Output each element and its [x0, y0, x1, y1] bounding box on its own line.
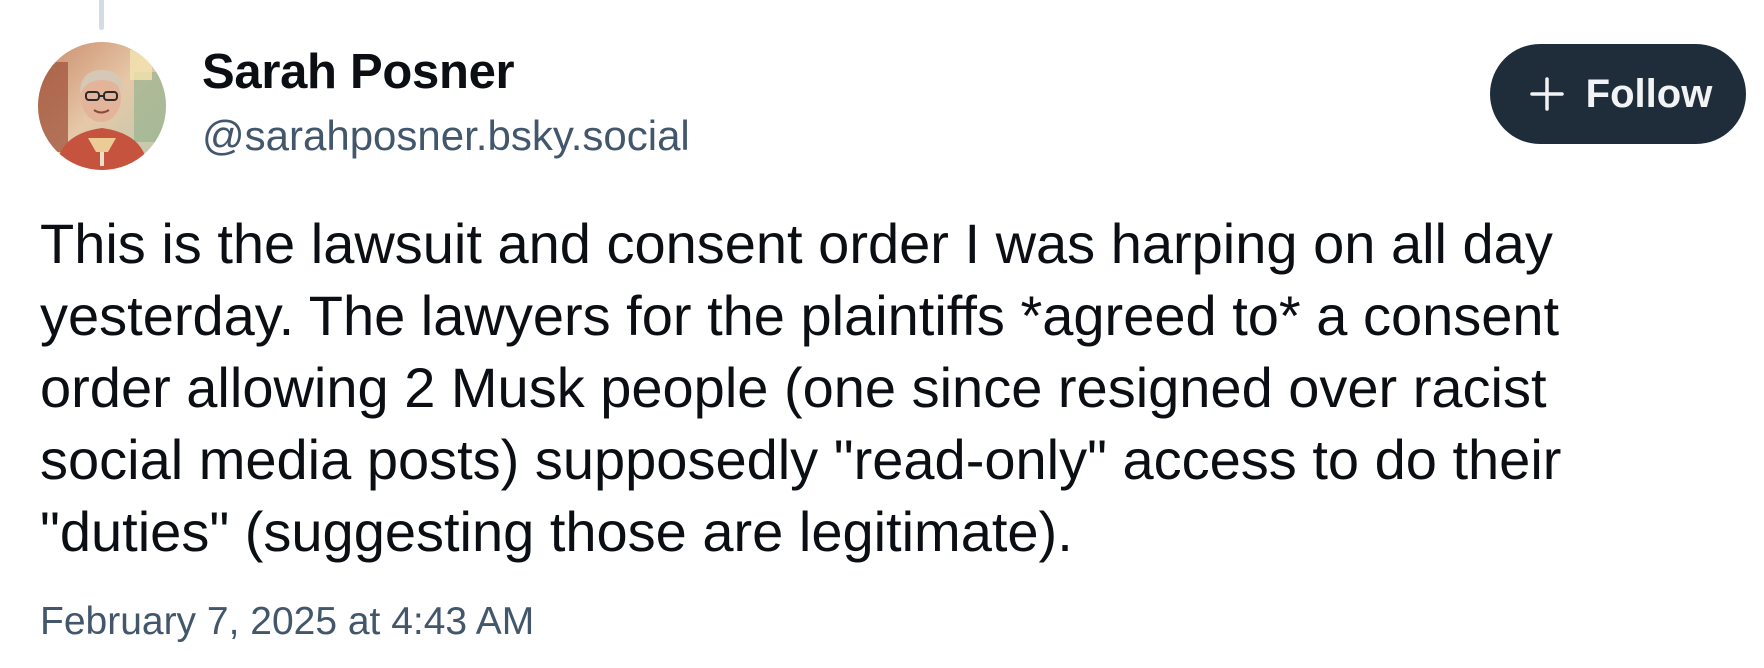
- profile-photo-icon: [38, 42, 166, 170]
- post-text-line: This is the lawsuit and consent order I …: [40, 212, 1553, 275]
- follow-button-label: Follow: [1585, 71, 1713, 116]
- post-text-line: "duties" (suggesting those are legitimat…: [40, 500, 1073, 563]
- avatar[interactable]: [38, 42, 166, 170]
- post-timestamp[interactable]: February 7, 2025 at 4:43 AM: [40, 600, 534, 644]
- post-text-line: yesterday. The lawyers for the plaintiff…: [40, 284, 1560, 347]
- follow-button[interactable]: Follow: [1490, 44, 1746, 144]
- author-handle[interactable]: @sarahposner.bsky.social: [202, 112, 690, 160]
- thread-connector-line: [99, 0, 104, 30]
- post-text-line: social media posts) supposedly "read-onl…: [40, 428, 1562, 491]
- post-body-text: This is the lawsuit and consent order I …: [40, 208, 1740, 568]
- author-display-name[interactable]: Sarah Posner: [202, 44, 515, 100]
- plus-icon: [1529, 77, 1564, 111]
- post-text-line: order allowing 2 Musk people (one since …: [40, 356, 1547, 419]
